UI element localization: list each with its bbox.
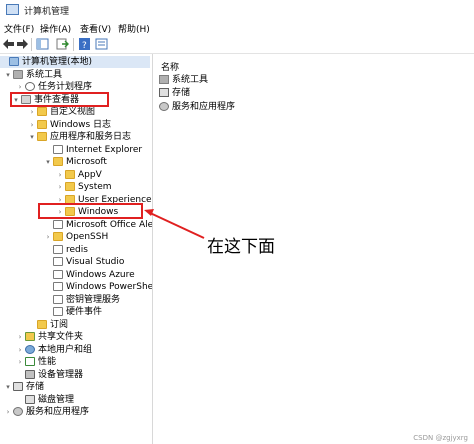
tree-storage[interactable]: ▾ 存储 [4,381,44,393]
column-header-name[interactable]: 名称 [161,60,179,73]
tree-system[interactable]: › System [56,181,112,193]
log-icon [53,245,63,254]
device-manager-icon [25,370,35,379]
computer-management-icon [6,4,19,15]
collapse-icon[interactable]: ▾ [4,69,12,81]
list-item[interactable]: 系统工具 [159,74,208,86]
log-icon [53,145,63,154]
shared-folder-icon [25,332,35,341]
expand-icon[interactable]: › [44,231,52,243]
expand-icon[interactable]: › [16,344,24,356]
menu-file[interactable]: 文件(F) [4,22,34,35]
tree-root[interactable]: 计算机管理(本地) [0,56,150,68]
tree-microsoft[interactable]: ▾ Microsoft [44,156,107,168]
tree-openssh[interactable]: › OpenSSH [44,231,108,243]
log-icon [53,270,63,279]
storage-icon [13,382,23,391]
menu-help[interactable]: 帮助(H) [118,22,150,35]
folder-icon [53,232,63,241]
collapse-icon[interactable]: ▾ [4,381,12,393]
list-item[interactable]: 服务和应用程序 [159,101,235,113]
tree-performance[interactable]: › 性能 [16,356,56,368]
highlight-windows [38,203,143,219]
navigation-tree[interactable]: 计算机管理(本地) ▾ 系统工具 › 任务计划程序 ▾ 事件查看器 › 自定义视图 › W… [0,54,153,444]
tree-internet-explorer[interactable]: Internet Explorer [44,144,142,156]
folder-icon [37,120,47,129]
list-item[interactable]: 存储 [159,87,190,99]
storage-icon [159,88,169,97]
menu-view[interactable]: 查看(V) [80,22,111,35]
expand-icon[interactable]: › [16,331,24,343]
toolbar: ? [0,36,474,54]
tree-system-tools[interactable]: ▾ 系统工具 [4,69,62,81]
menu-bar: 文件(F) 操作(A) 查看(V) 帮助(H) [0,19,474,36]
log-icon [53,220,63,229]
log-icon [53,257,63,266]
tree-local-users[interactable]: › 本地用户和组 [16,344,92,356]
folder-icon [37,107,47,116]
expand-icon[interactable]: › [56,169,64,181]
tree-custom-views[interactable]: › 自定义视图 [28,106,95,118]
tree-visual-studio[interactable]: Visual Studio [44,256,124,268]
tools-icon [13,70,23,79]
toolbar-separator [73,38,74,51]
expand-icon[interactable]: › [16,356,24,368]
tree-windows-logs[interactable]: › Windows 日志 [28,119,111,131]
folder-icon [65,170,75,179]
tree-windows-azure[interactable]: Windows Azure [44,269,135,281]
tree-office-alerts[interactable]: Microsoft Office Alerts [44,219,152,231]
tree-windows-powershell[interactable]: Windows PowerShell [44,281,152,293]
folder-icon [37,132,47,141]
forward-arrow-icon[interactable] [16,38,29,50]
svg-text:?: ? [82,41,87,50]
services-icon [159,102,169,111]
tree-key-mgmt[interactable]: 密钥管理服务 [44,294,120,306]
tree-device-manager[interactable]: 设备管理器 [16,369,83,381]
collapse-icon[interactable]: ▾ [44,156,52,168]
title-bar: 计算机管理 [0,0,474,20]
folder-icon [53,157,63,166]
computer-icon [9,57,19,66]
expand-icon[interactable]: › [56,181,64,193]
disk-icon [25,395,35,404]
tree-redis[interactable]: redis [44,244,88,256]
log-icon [53,307,63,316]
content-pane: 名称 系统工具 存储 服务和应用程序 [153,54,474,444]
tree-services-apps[interactable]: › 服务和应用程序 [4,406,89,418]
tree-subscriptions[interactable]: 订阅 [28,319,68,331]
services-icon [13,407,23,416]
menu-action[interactable]: 操作(A) [40,22,71,35]
tree-hardware-events[interactable]: 硬件事件 [44,306,102,318]
window-title: 计算机管理 [24,7,70,17]
expand-icon[interactable]: › [28,106,36,118]
users-icon [25,345,35,354]
folder-icon [65,182,75,191]
expand-icon[interactable]: › [28,119,36,131]
highlight-event-viewer [10,92,109,107]
clock-icon [25,82,35,91]
annotation-text: 在这下面 [207,237,275,257]
tree-appv[interactable]: › AppV [56,169,102,181]
expand-icon[interactable]: › [4,406,12,418]
watermark: CSDN @zgjyxrg [413,434,468,442]
properties-icon[interactable] [95,38,108,50]
back-arrow-icon[interactable] [2,38,15,50]
tree-disk-mgmt[interactable]: 磁盘管理 [16,394,74,406]
show-tree-icon[interactable] [36,38,49,50]
annotation-arrow [144,209,205,239]
export-icon[interactable] [56,38,69,50]
log-icon [53,282,63,291]
performance-icon [25,357,35,366]
log-icon [53,295,63,304]
tools-icon [159,75,169,84]
toolbar-separator [31,38,32,51]
help-icon[interactable]: ? [78,38,91,50]
tree-shared-folders[interactable]: › 共享文件夹 [16,331,83,343]
tree-app-service-logs[interactable]: ▾ 应用程序和服务日志 [28,131,131,143]
folder-icon [37,320,47,329]
collapse-icon[interactable]: ▾ [28,131,36,143]
